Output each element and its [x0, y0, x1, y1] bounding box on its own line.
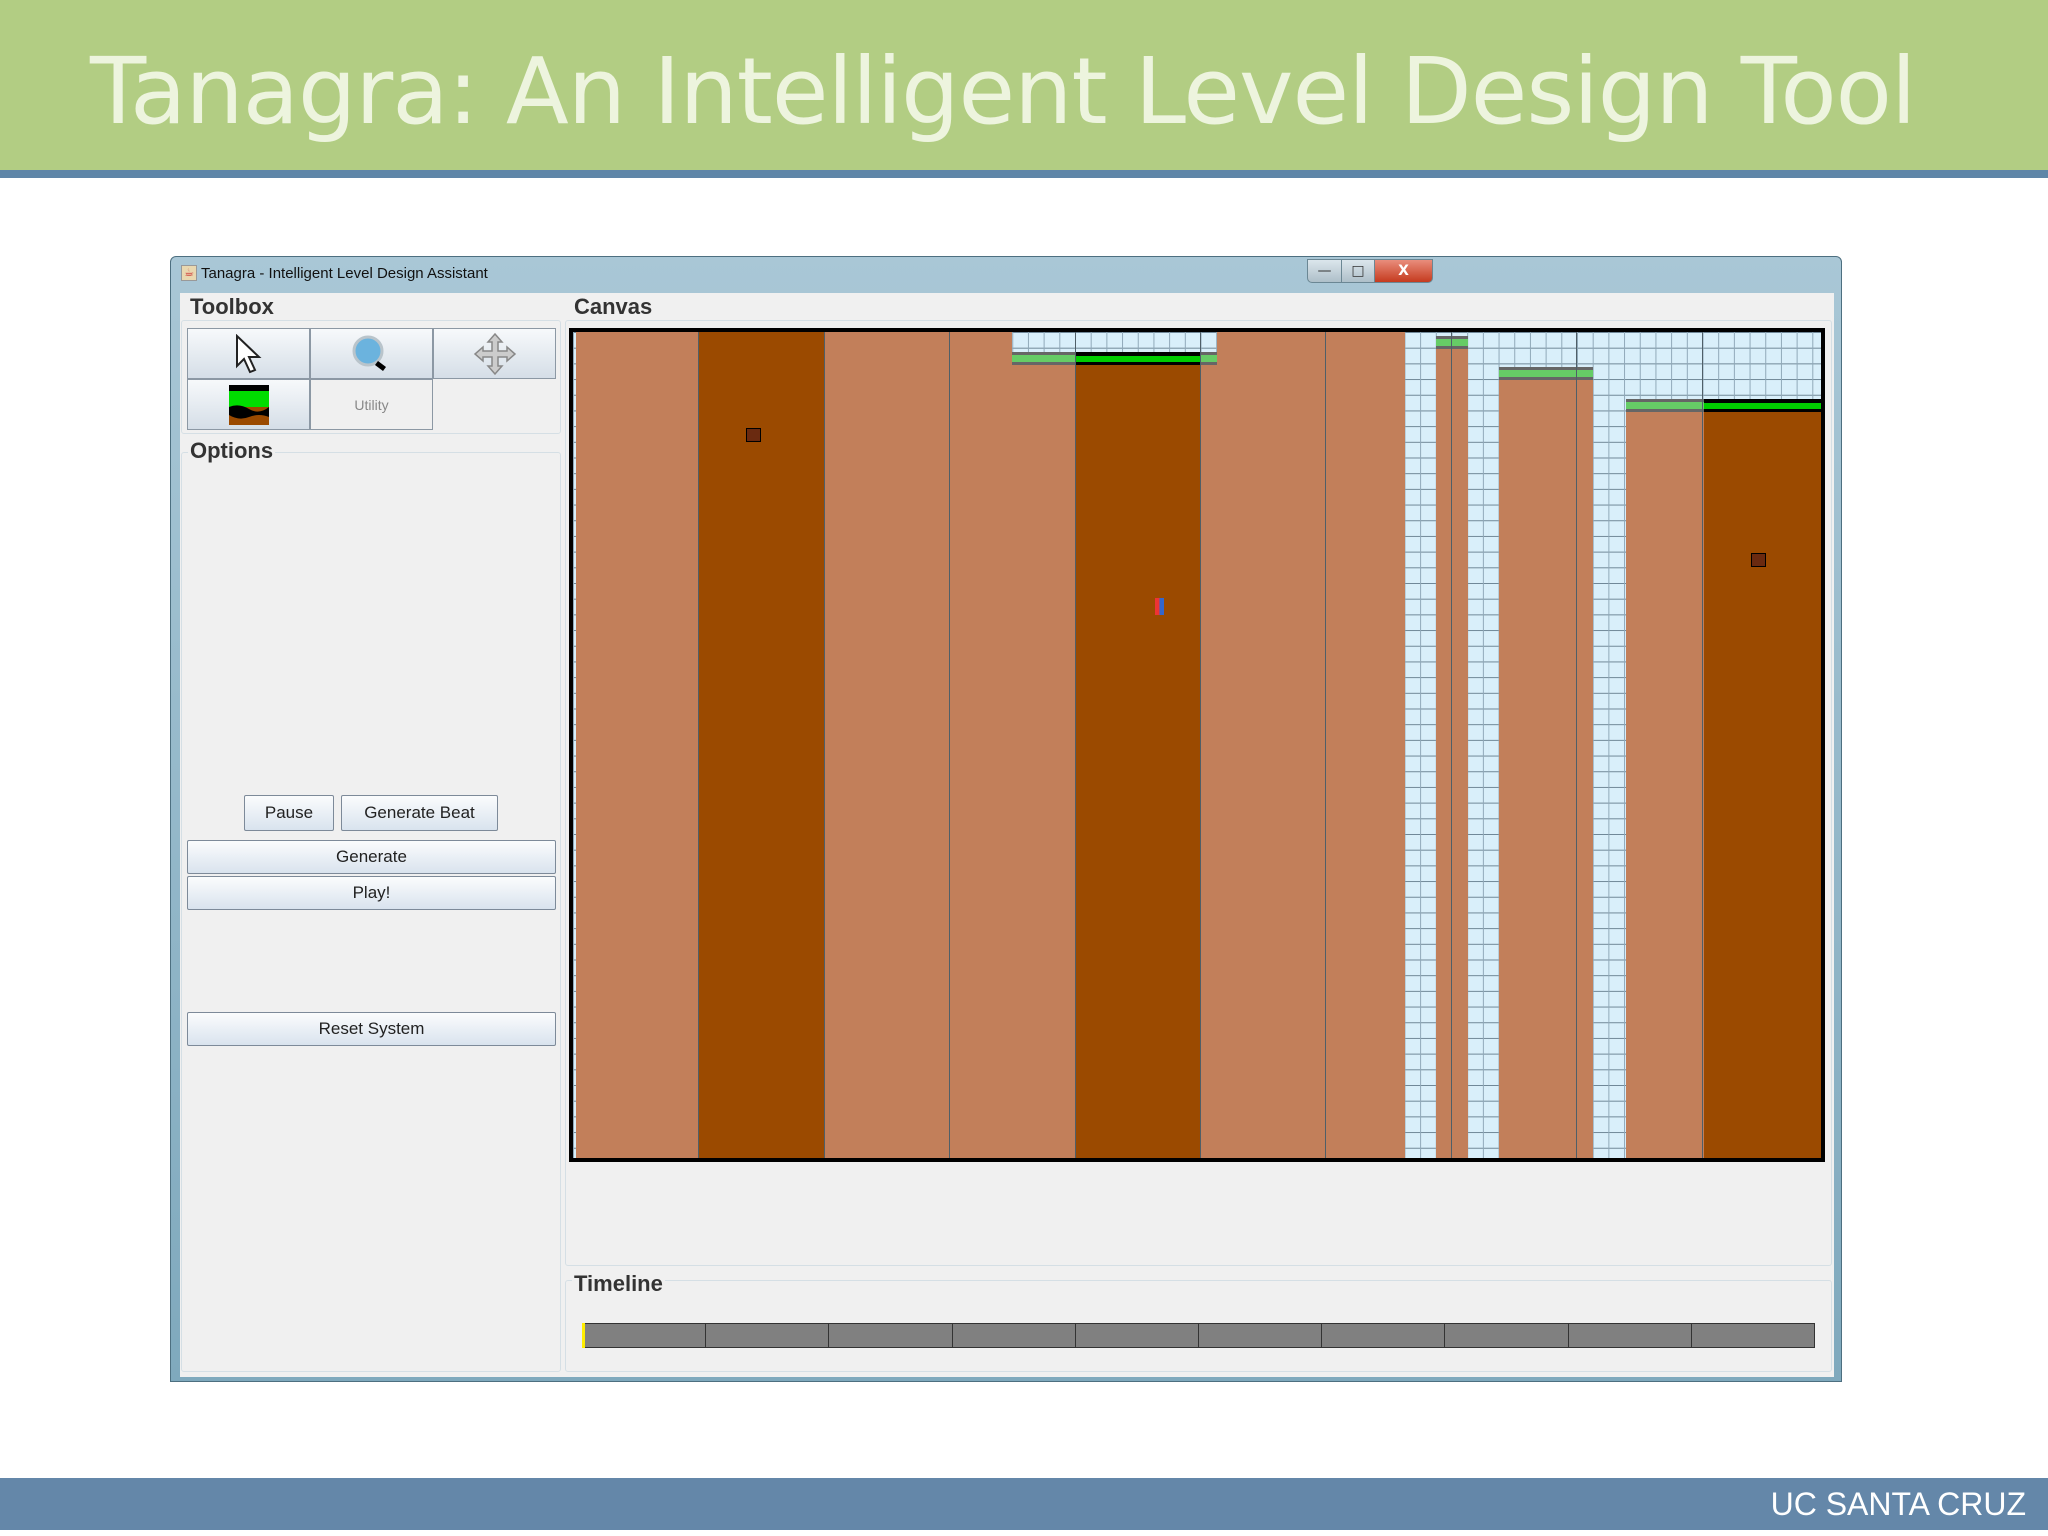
timeline-segment[interactable] — [582, 1323, 707, 1348]
enemy-sprite[interactable] — [1751, 553, 1766, 567]
magnifier-icon — [352, 335, 386, 371]
timeline-segment[interactable] — [1567, 1323, 1692, 1348]
java-app-icon: ☕ — [181, 265, 197, 281]
beat-divider — [1450, 332, 1452, 1158]
timeline-segment[interactable] — [828, 1323, 953, 1348]
maximize-button[interactable]: □ — [1341, 259, 1375, 283]
play-button[interactable]: Play! — [187, 876, 556, 910]
minimize-button[interactable]: — — [1307, 259, 1342, 283]
platform[interactable] — [823, 332, 854, 1158]
level-canvas[interactable] — [569, 328, 1825, 1162]
player-sprite[interactable] — [1155, 598, 1164, 615]
beat-divider — [1701, 332, 1703, 1158]
platform[interactable] — [1436, 335, 1468, 1158]
options-panel — [181, 452, 561, 1372]
timeline-playhead[interactable] — [582, 1323, 585, 1348]
platform[interactable] — [853, 332, 1012, 1158]
grass-top — [1011, 351, 1075, 365]
beat-divider — [698, 332, 700, 1158]
select-tool-button[interactable] — [187, 328, 310, 379]
grass-top — [1498, 367, 1593, 381]
slide-title: Tanagra: An Intelligent Level Design Too… — [90, 38, 1916, 145]
arrow-cursor-icon — [235, 333, 261, 373]
options-label: Options — [188, 438, 276, 464]
pan-tool-button[interactable] — [433, 328, 556, 379]
generate-beat-button[interactable]: Generate Beat — [341, 795, 498, 831]
grass-top — [1201, 351, 1217, 365]
pause-button[interactable]: Pause — [244, 795, 334, 831]
timeline-segment[interactable] — [1690, 1323, 1815, 1348]
grass-top — [1703, 398, 1821, 412]
timeline-segment[interactable] — [1198, 1323, 1323, 1348]
beat-divider — [823, 332, 825, 1158]
selected-platform[interactable] — [1074, 351, 1202, 1158]
timeline-segment[interactable] — [705, 1323, 830, 1348]
platform[interactable] — [575, 332, 589, 1158]
platform[interactable] — [1498, 367, 1593, 1158]
enemy-sprite[interactable] — [746, 428, 761, 442]
beat-divider — [1200, 332, 1201, 1158]
close-button[interactable]: X — [1374, 259, 1433, 283]
toolbox-label: Toolbox — [188, 294, 276, 320]
generate-button[interactable]: Generate — [187, 840, 556, 874]
grass-top — [1625, 398, 1704, 412]
beat-divider — [949, 332, 951, 1158]
grass-top — [1074, 351, 1202, 365]
timeline-segment[interactable] — [1444, 1323, 1569, 1348]
utility-button[interactable]: Utility — [310, 379, 433, 430]
platform-tool-button[interactable] — [187, 379, 310, 430]
zoom-tool-button[interactable] — [310, 328, 433, 379]
beat-divider — [1576, 332, 1578, 1158]
timeline-label: Timeline — [572, 1271, 665, 1297]
platform[interactable] — [1216, 332, 1405, 1158]
timeline-segment[interactable] — [1074, 1323, 1199, 1348]
window-title: Tanagra - Intelligent Level Design Assis… — [201, 265, 488, 282]
beat-divider — [1074, 332, 1076, 1158]
header-divider — [0, 170, 2048, 178]
selected-platform[interactable] — [1703, 398, 1821, 1158]
grass-top — [1436, 335, 1468, 349]
footer-text: UC SANTA CRUZ — [1770, 1486, 2026, 1522]
selected-platform[interactable] — [698, 332, 824, 1158]
move-arrows-icon — [473, 332, 516, 375]
timeline-segment[interactable] — [951, 1323, 1076, 1348]
reset-system-button[interactable]: Reset System — [187, 1012, 556, 1046]
timeline-segment[interactable] — [1321, 1323, 1446, 1348]
platform[interactable] — [1625, 398, 1704, 1158]
platform-tile-icon — [228, 384, 269, 425]
beat-divider — [1325, 332, 1327, 1158]
platform[interactable] — [1011, 351, 1075, 1158]
platform[interactable] — [1201, 351, 1217, 1158]
canvas-label: Canvas — [572, 294, 655, 320]
platform[interactable] — [588, 332, 699, 1158]
slide-footer: UC SANTA CRUZ — [0, 1478, 2048, 1530]
